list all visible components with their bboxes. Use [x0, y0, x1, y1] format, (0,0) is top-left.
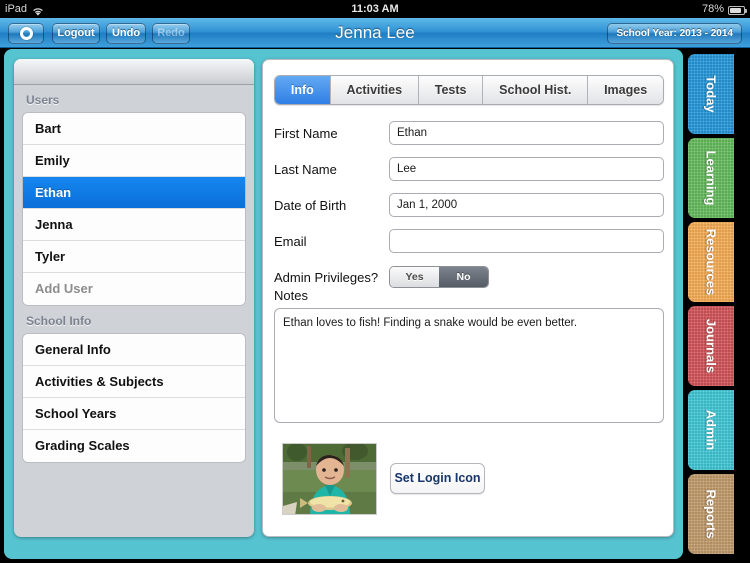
- sidebar-item-general-info[interactable]: General Info: [23, 334, 245, 366]
- admin-privileges-toggle[interactable]: Yes No: [389, 266, 489, 288]
- vtab-today-label: Today: [703, 75, 719, 113]
- tab-activities[interactable]: Activities: [330, 76, 419, 104]
- tab-school-hist[interactable]: School Hist.: [483, 76, 589, 104]
- sidebar-group-users: Bart Emily Ethan Jenna Tyler Add User: [22, 112, 246, 306]
- admin-toggle-yes[interactable]: Yes: [390, 267, 439, 287]
- sidebar-item-activities-subjects[interactable]: Activities & Subjects: [23, 366, 245, 398]
- sidebar-section-users-title: Users: [26, 93, 60, 107]
- admin-toggle-no[interactable]: No: [439, 267, 488, 287]
- sidebar-item-add-user[interactable]: Add User: [23, 273, 245, 305]
- field-row-date-of-birth: Date of Birth: [274, 190, 664, 220]
- vtab-resources[interactable]: Resources: [688, 222, 734, 302]
- sidebar-item-grading-scales[interactable]: Grading Scales: [23, 430, 245, 462]
- vtab-learning-label: Learning: [703, 150, 719, 206]
- photo-area: Set Login Icon: [282, 443, 485, 515]
- sidebar-item-bart[interactable]: Bart: [23, 113, 245, 145]
- admin-privileges-label: Admin Privileges?: [274, 269, 379, 285]
- first-name-input[interactable]: [389, 121, 664, 145]
- vtab-journals-label: Journals: [703, 318, 719, 374]
- vtab-admin-label: Admin: [703, 409, 719, 451]
- date-of-birth-input[interactable]: [389, 193, 664, 217]
- sidebar-item-tyler[interactable]: Tyler: [23, 241, 245, 273]
- battery-percent-label: 78%: [701, 3, 724, 15]
- vtab-resources-label: Resources: [703, 228, 719, 296]
- notes-textarea[interactable]: Ethan loves to fish! Finding a snake wou…: [274, 308, 664, 423]
- detail-tab-bar: Info Activities Tests School Hist. Image…: [274, 75, 664, 105]
- tab-images[interactable]: Images: [588, 76, 663, 104]
- sidebar-header-bar: [14, 59, 254, 85]
- user-photo[interactable]: [282, 443, 377, 515]
- vtab-reports-label: Reports: [703, 489, 719, 539]
- email-input[interactable]: [389, 229, 664, 253]
- page-title: Jenna Lee: [335, 23, 415, 42]
- sidebar-section-school-info-title: School Info: [26, 314, 92, 328]
- sidebar-group-school-info: General Info Activities & Subjects Schoo…: [22, 333, 246, 463]
- vtab-journals[interactable]: Journals: [688, 306, 734, 386]
- last-name-label: Last Name: [274, 161, 337, 177]
- field-row-email: Email: [274, 226, 664, 256]
- date-of-birth-label: Date of Birth: [274, 197, 347, 213]
- sidebar-item-emily[interactable]: Emily: [23, 145, 245, 177]
- status-bar-right: 78%: [701, 0, 747, 18]
- vtab-learning[interactable]: Learning: [688, 138, 734, 218]
- sidebar-item-ethan[interactable]: Ethan: [23, 177, 245, 209]
- vertical-tab-strip: Today Learning Resources Journals Admin …: [686, 50, 750, 563]
- sidebar: Users Bart Emily Ethan Jenna Tyler Add U…: [14, 59, 254, 537]
- vtab-admin[interactable]: Admin: [688, 390, 734, 470]
- vtab-today[interactable]: Today: [688, 54, 734, 134]
- notes-label: Notes: [274, 288, 308, 303]
- vtab-reports[interactable]: Reports: [688, 474, 734, 554]
- ios-status-bar: iPad 11:03 AM 78%: [0, 0, 750, 18]
- status-bar-clock: 11:03 AM: [351, 3, 399, 15]
- field-row-admin-privileges: Admin Privileges? Yes No: [274, 262, 664, 292]
- sidebar-item-jenna[interactable]: Jenna: [23, 209, 245, 241]
- set-login-icon-button[interactable]: Set Login Icon: [390, 463, 485, 494]
- field-row-last-name: Last Name: [274, 154, 664, 184]
- tab-tests[interactable]: Tests: [418, 76, 484, 104]
- tab-info[interactable]: Info: [275, 76, 331, 104]
- info-form: First Name Last Name Date of Birth Email…: [274, 118, 664, 298]
- last-name-input[interactable]: [389, 157, 664, 181]
- field-row-first-name: First Name: [274, 118, 664, 148]
- first-name-label: First Name: [274, 125, 338, 141]
- email-label: Email: [274, 233, 307, 249]
- main-panel: Info Activities Tests School Hist. Image…: [262, 59, 674, 537]
- battery-icon: [728, 5, 747, 15]
- sidebar-item-school-years[interactable]: School Years: [23, 398, 245, 430]
